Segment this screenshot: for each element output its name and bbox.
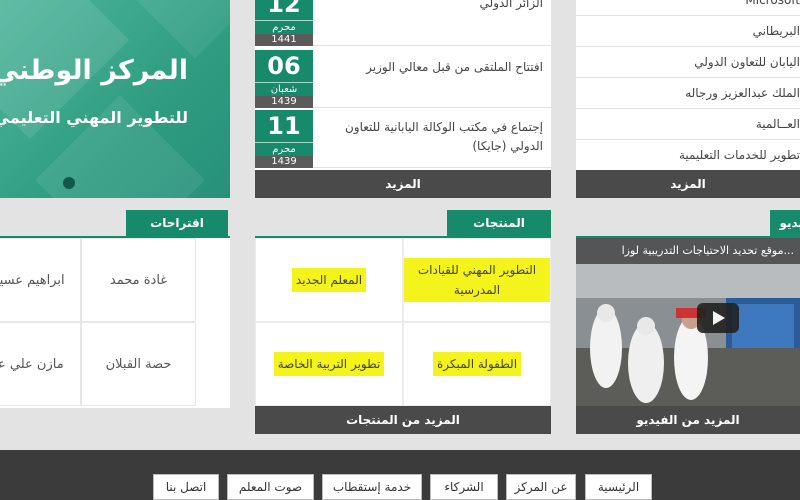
news-more-button[interactable]: المزيد (255, 170, 551, 198)
news-date: 11 محرم 1439 (255, 110, 313, 168)
nav-partners[interactable]: الشركاء (430, 474, 498, 500)
news-title[interactable]: الزائر الدولي (321, 0, 543, 13)
teachers-heading: اقتراحات المعلمين (126, 210, 228, 256)
partners-more-button[interactable]: المزيد (576, 170, 800, 198)
teacher-name[interactable]: حصة القبلان (81, 322, 196, 406)
news-item[interactable]: 12 محرم 1441 الزائر الدولي (255, 0, 551, 46)
news-day: 06 (255, 50, 313, 82)
partner-link[interactable]: البريطاني (576, 16, 800, 47)
news-month: محرم (255, 20, 313, 34)
product-item[interactable]: التطوير المهني للقيادات المدرسية (403, 238, 551, 322)
banner-subtitle: للتطوير المهني التعليمي (0, 108, 188, 127)
teacher-name[interactable]: ابراهيم عسيري (0, 238, 81, 322)
teacher-name[interactable]: غادة محمد (81, 238, 196, 322)
nav-home[interactable]: الرئيسية (585, 474, 652, 500)
partner-link[interactable]: الملك عبدالعزيز ورجاله (576, 78, 800, 109)
product-label[interactable]: التطوير المهني للقيادات المدرسية (404, 258, 550, 302)
product-item[interactable]: تطوير التربية الخاصة (255, 322, 403, 406)
products-grid: التطوير المهني للقيادات المدرسية المعلم … (255, 238, 551, 406)
partners-panel: Microsoft البريطاني اليابان للتعاون الدو… (576, 0, 800, 198)
product-item[interactable]: المعلم الجديد (255, 238, 403, 322)
partner-link[interactable]: تطوير للخدمات التعليمية (576, 140, 800, 171)
video-section: الفيديو ...موقع تحديد الاحتياجات التدريب… (576, 210, 800, 434)
product-item[interactable]: الطفولة المبكرة (403, 322, 551, 406)
banner-decoration (131, 0, 230, 59)
teacher-name[interactable]: مازن علي عبيد (0, 322, 81, 406)
news-date: 06 شعبان 1439 (255, 50, 313, 108)
banner-title: المركز الوطني (0, 55, 188, 86)
news-day: 11 (255, 110, 313, 142)
teachers-section: اقتراحات المعلمين غادة محمد ابراهيم عسير… (0, 210, 230, 408)
video-title[interactable]: ...موقع تحديد الاحتياجات التدريبية لوزا (576, 238, 800, 264)
product-label[interactable]: تطوير التربية الخاصة (273, 352, 385, 376)
teachers-grid: غادة محمد ابراهيم عسيري حصة القبلان مازن… (0, 238, 230, 408)
products-heading: المنتجات (447, 210, 551, 236)
nav-teacher-voice[interactable]: صوت المعلم (227, 474, 314, 500)
video-player[interactable]: ...موقع تحديد الاحتياجات التدريبية لوزا (576, 238, 800, 406)
partner-link[interactable]: اليابان للتعاون الدولي (576, 47, 800, 78)
nav-contact[interactable]: اتصل بنا (153, 474, 219, 500)
products-more-button[interactable]: المزيد من المنتجات (255, 406, 551, 434)
play-icon[interactable] (697, 303, 739, 333)
partner-link[interactable]: العــالمية (576, 109, 800, 140)
product-label[interactable]: المعلم الجديد (291, 268, 367, 292)
video-more-button[interactable]: المزيد من الفيديو (576, 406, 800, 434)
news-year: 1439 (255, 96, 313, 108)
nav-recruitment[interactable]: خدمة إستقطاب (322, 474, 422, 500)
news-year: 1439 (255, 156, 313, 168)
news-month: محرم (255, 142, 313, 156)
partner-link[interactable]: Microsoft (576, 0, 800, 16)
news-title[interactable]: إجتماع في مكتب الوكالة اليابانية للتعاون… (321, 118, 543, 156)
hero-banner[interactable]: المركز الوطني للتطوير المهني التعليمي (0, 0, 230, 198)
products-section: المنتجات التطوير المهني للقيادات المدرسي… (255, 210, 551, 434)
news-year: 1441 (255, 34, 313, 46)
product-label[interactable]: الطفولة المبكرة (432, 352, 522, 376)
news-item[interactable]: 11 محرم 1439 إجتماع في مكتب الوكالة اليا… (255, 110, 551, 168)
news-day: 12 (255, 0, 313, 20)
nav-about[interactable]: عن المركز (506, 474, 576, 500)
video-heading: الفيديو (770, 210, 800, 236)
news-title[interactable]: افتتاح الملتقى من قبل معالي الوزير (321, 58, 543, 77)
news-month: شعبان (255, 82, 313, 96)
news-panel: 12 محرم 1441 الزائر الدولي 06 شعبان 1439… (255, 0, 551, 198)
news-date: 12 محرم 1441 (255, 0, 313, 46)
news-item[interactable]: 06 شعبان 1439 افتتاح الملتقى من قبل معال… (255, 50, 551, 108)
slider-dot[interactable] (63, 177, 75, 189)
